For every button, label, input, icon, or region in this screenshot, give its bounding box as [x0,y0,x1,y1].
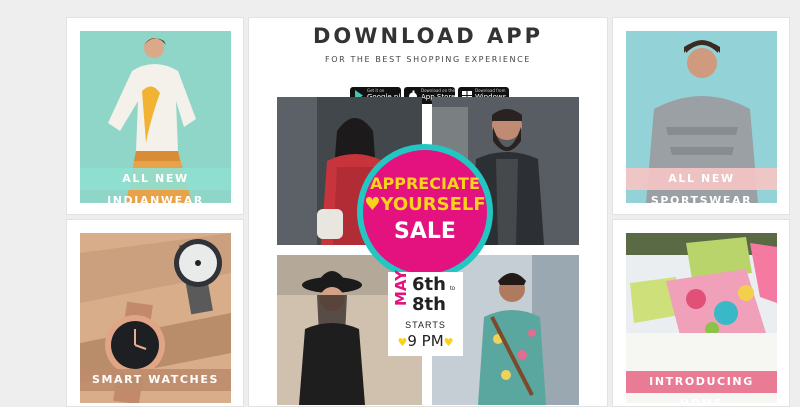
indianwear-image[interactable]: ALL NEW INDIANWEAR [80,31,231,203]
sportswear-card[interactable]: ALL NEW SPORTSWEAR [612,17,790,215]
promo-heart-icon: ♥ [364,194,381,215]
promo-starts: STARTS [405,320,446,330]
download-app-title: DOWNLOAD APP [313,24,543,48]
sportswear-image[interactable]: ALL NEW SPORTSWEAR [626,31,777,203]
promo-date-1: 6th [412,274,446,295]
time-heart-right-icon: ♥ [443,336,454,349]
promo-medallion[interactable]: APPRECIATE ♥YOURSELF SALE [357,144,493,280]
time-heart-left-icon: ♥ [397,336,408,349]
promo-date-2: 8th [412,294,446,315]
watches-card[interactable]: SMART WATCHES [66,219,244,407]
indianwear-card[interactable]: ALL NEW INDIANWEAR [66,17,244,215]
promo-line-2: ♥YOURSELF [364,194,486,215]
download-app-subtitle: FOR THE BEST SHOPPING EXPERIENCE [325,55,531,64]
promo-line-1: APPRECIATE [370,174,480,193]
promo-month: MAY [392,270,410,306]
promo-line-3: SALE [394,219,456,244]
home-card[interactable]: INTRODUCING HOME [612,219,790,407]
promo-time: ♥9 PM♥ [397,332,454,350]
promo-to: to [450,286,456,292]
watches-label: SMART WATCHES [80,369,231,391]
home-label: INTRODUCING HOME [626,371,777,403]
download-app-card[interactable]: DOWNLOAD APP FOR THE BEST SHOPPING EXPER… [248,17,608,407]
indianwear-label: ALL NEW INDIANWEAR [80,168,231,203]
home-image[interactable]: INTRODUCING HOME [626,233,777,403]
promo-date-box: MAY 6th to 8th STARTS ♥9 PM♥ [388,270,463,356]
watches-image[interactable]: SMART WATCHES [80,233,231,403]
sportswear-label: ALL NEW SPORTSWEAR [626,168,777,203]
